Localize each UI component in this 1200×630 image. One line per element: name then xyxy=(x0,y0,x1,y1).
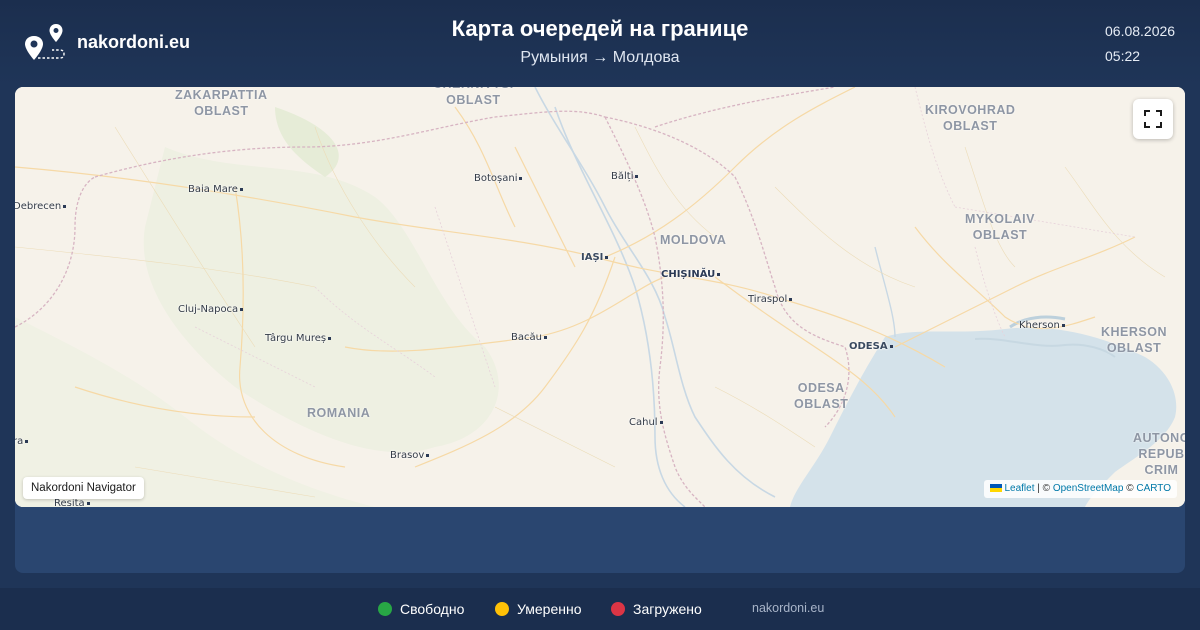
ukraine-flag-icon xyxy=(990,484,1003,492)
region-label-kherson: KHERSON OBLAST xyxy=(1101,325,1168,355)
place-targu-mures[interactable]: Târgu Mureș xyxy=(265,333,332,344)
place-brasov[interactable]: Brasov xyxy=(390,450,430,461)
footer-site-link[interactable]: nakordoni.eu xyxy=(752,601,824,615)
legend-item-busy: Загружено xyxy=(611,601,702,617)
region-label-moldova: MOLDOVA xyxy=(660,233,727,247)
header: nakordoni.eu Карта очередей на границе Р… xyxy=(0,0,1200,86)
navigator-label: Nakordoni Navigator xyxy=(23,477,144,499)
place-resita[interactable]: Resita xyxy=(54,498,90,507)
border-queue-map[interactable]: ZAKARPATTIA OBLAST CHERNIVTSI OBLAST KIR… xyxy=(15,87,1185,507)
openstreetmap-link[interactable]: OpenStreetMap xyxy=(1053,483,1124,494)
fullscreen-icon xyxy=(1144,110,1162,128)
legend-dot-yellow xyxy=(495,602,509,616)
place-balti[interactable]: Bălți xyxy=(611,171,639,182)
page-title: Карта очередей на границе xyxy=(451,16,749,41)
map-base-layer xyxy=(15,87,1185,507)
carto-link[interactable]: CARTO xyxy=(1136,483,1171,494)
region-label-mykolaiv: MYKOLAIV OBLAST xyxy=(965,212,1035,242)
place-debrecen[interactable]: Debrecen xyxy=(15,201,67,212)
attribution-separator: | © xyxy=(1034,483,1053,494)
legend-dot-red xyxy=(611,602,625,616)
map-attribution: Leaflet | © OpenStreetMap © CARTO xyxy=(984,480,1177,498)
place-bacau[interactable]: Bacău xyxy=(511,332,547,343)
region-label-chernivtsi: CHERNIVTSI OBLAST xyxy=(433,87,513,107)
region-label-kirovohrad: KIROVOHRAD OBLAST xyxy=(925,103,1016,133)
region-label-odesa: ODESA OBLAST xyxy=(794,381,849,411)
legend-item-free: Свободно xyxy=(378,601,464,617)
current-date: 06.08.2026 xyxy=(1105,23,1176,39)
region-label-zakarpattia: ZAKARPATTIA OBLAST xyxy=(175,88,268,118)
place-botosani[interactable]: Botoșani xyxy=(474,173,523,184)
footer: Свободно Умеренно Загружено nakordoni.eu xyxy=(0,588,1200,630)
attribution-separator: © xyxy=(1123,483,1137,494)
place-chisinau[interactable]: Chișinău xyxy=(661,269,721,280)
legend-dot-green xyxy=(378,602,392,616)
place-cahul[interactable]: Cahul xyxy=(629,417,663,428)
place-tiraspol[interactable]: Tiraspol xyxy=(748,294,793,305)
leaflet-link[interactable]: Leaflet xyxy=(1004,483,1034,494)
place-cluj-napoca[interactable]: Cluj-Napoca xyxy=(178,304,244,315)
place-odesa[interactable]: Odesa xyxy=(849,341,893,352)
place-baia-mare[interactable]: Baia Mare xyxy=(188,184,243,195)
fullscreen-button[interactable] xyxy=(1133,99,1173,139)
place-kherson[interactable]: Kherson xyxy=(1019,320,1065,331)
region-label-romania: ROMANIA xyxy=(307,406,371,420)
current-time: 05:22 xyxy=(1105,48,1141,64)
legend-item-moderate: Умеренно xyxy=(495,601,582,617)
place-partial-label[interactable]: ra xyxy=(15,436,29,447)
region-label-crimea: AUTONO REPUB CRIM xyxy=(1133,431,1185,477)
route-subtitle: Румыния → Молдова xyxy=(520,49,680,66)
place-iasi[interactable]: Iași xyxy=(581,252,609,263)
